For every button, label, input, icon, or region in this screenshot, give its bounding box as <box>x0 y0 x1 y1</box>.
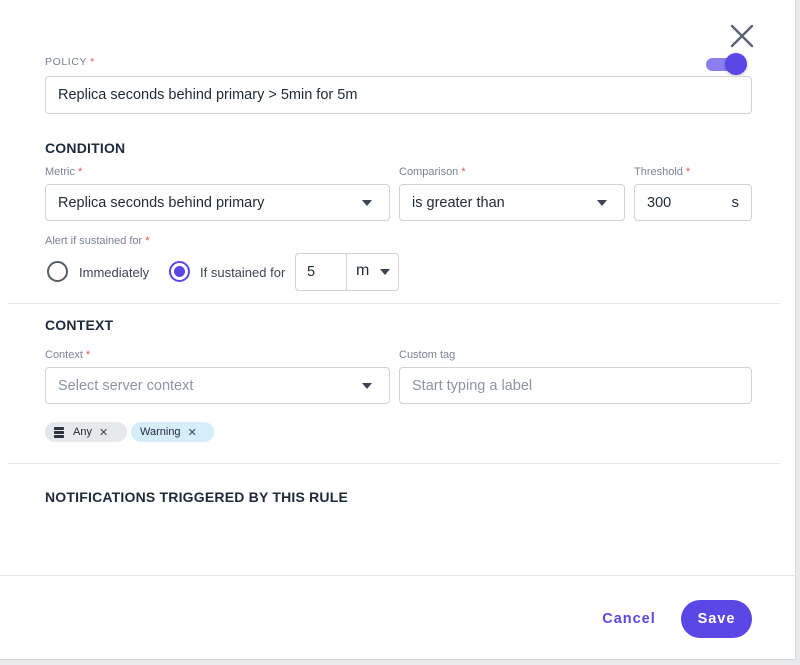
custom-tag-input[interactable]: Start typing a label <box>399 367 752 404</box>
radio-if-sustained[interactable] <box>169 261 190 282</box>
cancel-button[interactable]: Cancel <box>596 606 662 632</box>
context-label-text: Context <box>45 349 83 361</box>
required-mark: * <box>90 56 95 68</box>
toggle-knob <box>725 53 747 75</box>
chevron-down-icon[interactable] <box>380 269 390 275</box>
context-placeholder: Select server context <box>58 377 194 394</box>
condition-heading: CONDITION <box>45 140 126 156</box>
comparison-value: is greater than <box>412 194 505 211</box>
alert-policy-dialog: POLICY * Replica seconds behind primary >… <box>0 0 796 660</box>
required-mark: * <box>77 166 83 178</box>
required-mark: * <box>145 235 150 247</box>
footer-divider <box>0 575 796 576</box>
threshold-label-text: Threshold <box>634 166 683 178</box>
database-icon <box>54 426 64 438</box>
required-mark: * <box>685 166 691 178</box>
policy-enabled-toggle[interactable] <box>706 53 747 75</box>
remove-chip-any-icon[interactable]: ✕ <box>99 426 108 439</box>
required-mark: * <box>85 349 91 361</box>
context-select[interactable]: Select server context <box>45 367 390 404</box>
metric-select[interactable]: Replica seconds behind primary <box>45 184 390 221</box>
remove-chip-warning-icon[interactable]: ✕ <box>188 426 197 439</box>
notifications-heading: NOTIFICATIONS TRIGGERED BY THIS RULE <box>45 489 349 505</box>
sustained-duration: 5 m <box>295 253 399 291</box>
chip-warning-label: Warning <box>140 426 181 438</box>
policy-name-input[interactable]: Replica seconds behind primary > 5min fo… <box>45 76 752 114</box>
chevron-down-icon <box>362 200 372 206</box>
section-divider <box>8 463 780 464</box>
metric-value: Replica seconds behind primary <box>58 194 265 211</box>
threshold-label: Threshold * <box>634 166 690 178</box>
threshold-unit: s <box>731 194 740 211</box>
custom-tag-label: Custom tag <box>399 349 456 361</box>
custom-tag-placeholder: Start typing a label <box>412 377 533 394</box>
threshold-value: 300 <box>647 194 672 211</box>
chip-any: Any ✕ <box>45 422 127 442</box>
radio-immediately-label[interactable]: Immediately <box>79 265 149 280</box>
comparison-label-text: Comparison <box>399 166 459 178</box>
required-mark: * <box>461 166 466 178</box>
stepper-divider <box>346 254 347 290</box>
save-button[interactable]: Save <box>681 600 752 638</box>
sustained-amount-input[interactable]: 5 <box>307 264 315 280</box>
sustained-label: Alert if sustained for * <box>45 235 150 247</box>
context-label: Context * <box>45 349 90 361</box>
radio-immediately[interactable] <box>47 261 68 282</box>
radio-if-sustained-label[interactable]: If sustained for <box>200 265 285 280</box>
close-icon[interactable] <box>729 23 755 49</box>
chip-any-label: Any <box>73 426 92 438</box>
comparison-label: Comparison * <box>399 166 466 178</box>
section-divider <box>8 303 780 304</box>
sustained-unit-select[interactable]: m <box>356 262 369 280</box>
comparison-select[interactable]: is greater than <box>399 184 625 221</box>
policy-label: POLICY * <box>45 56 95 68</box>
chip-warning: Warning ✕ <box>131 422 214 442</box>
policy-name-value: Replica seconds behind primary > 5min fo… <box>58 87 358 103</box>
context-heading: CONTEXT <box>45 317 114 333</box>
metric-label: Metric * <box>45 166 82 178</box>
chevron-down-icon <box>362 383 372 389</box>
chevron-down-icon <box>597 200 607 206</box>
policy-label-text: POLICY <box>45 56 88 68</box>
sustained-label-text: Alert if sustained for <box>45 235 143 247</box>
threshold-input[interactable]: 300 s <box>634 184 752 221</box>
metric-label-text: Metric <box>45 166 75 178</box>
